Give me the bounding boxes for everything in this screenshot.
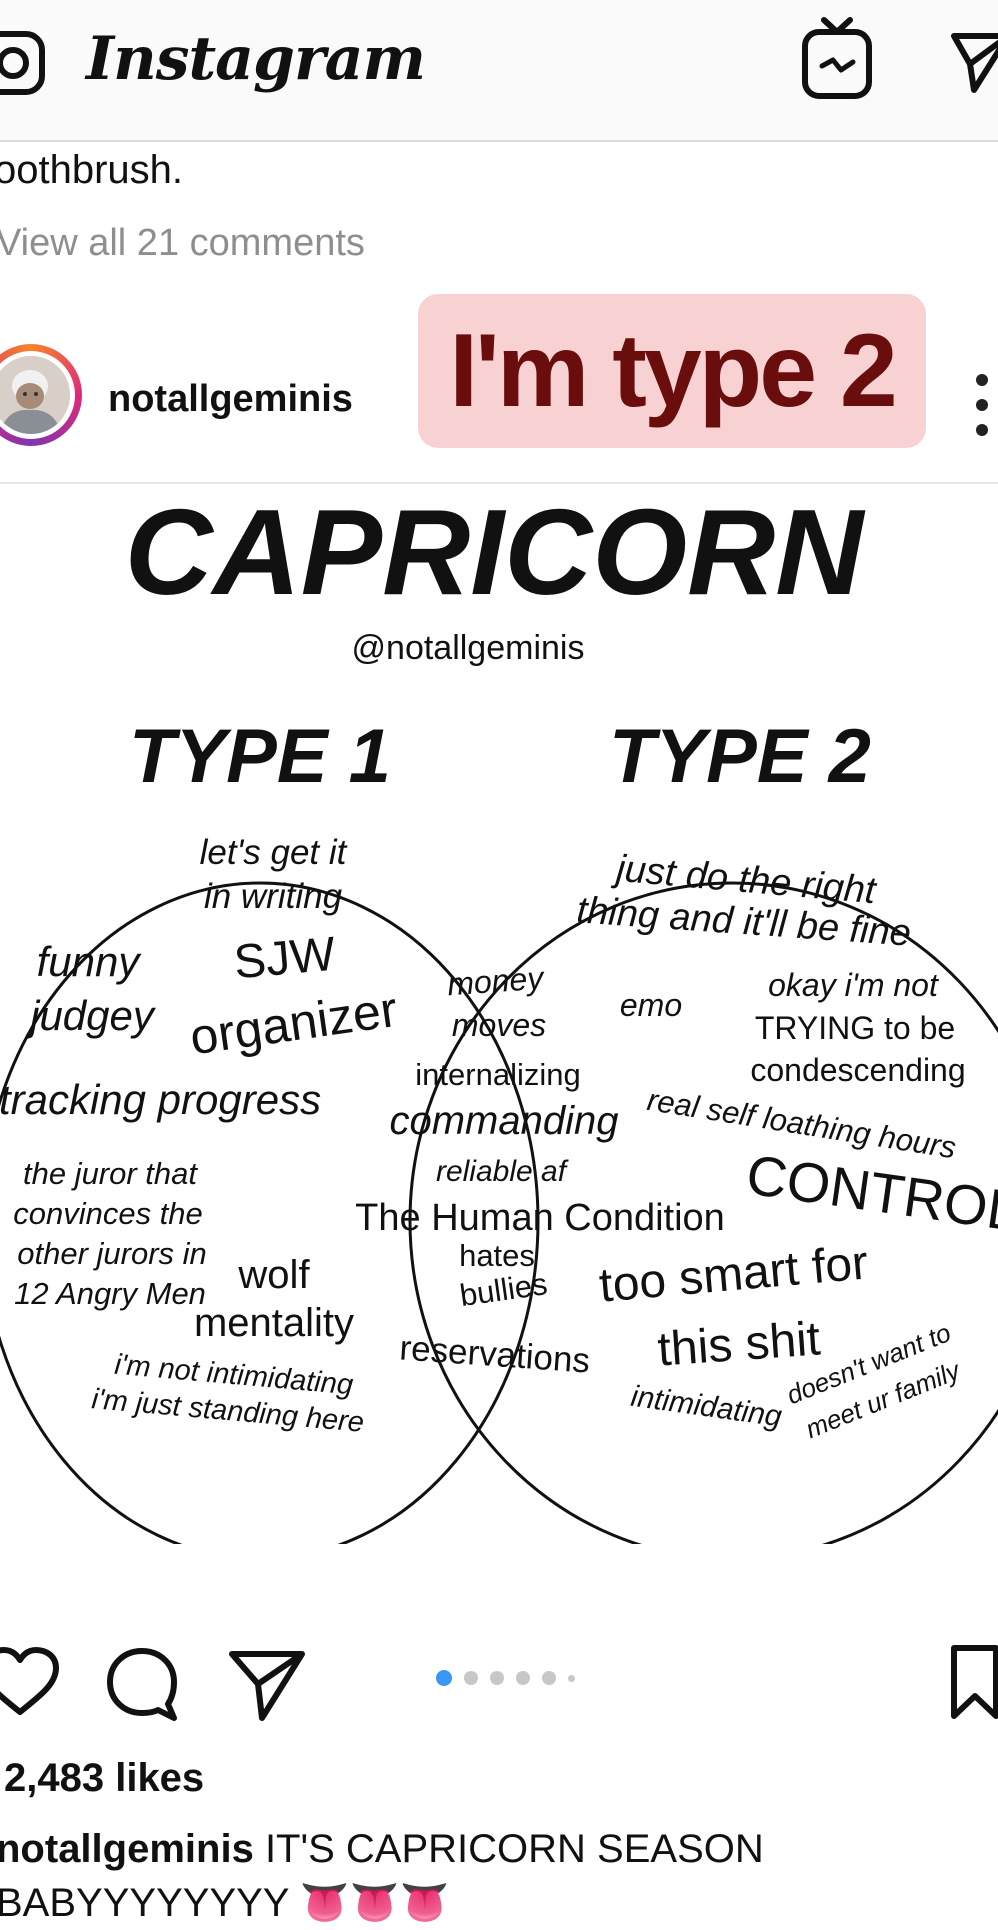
type1-label: TYPE 1 xyxy=(129,714,391,799)
overlap-item: bullies xyxy=(458,1266,550,1313)
more-options-icon[interactable] xyxy=(976,374,990,449)
bookmark-icon[interactable] xyxy=(950,1644,998,1720)
right-item: too smart for xyxy=(597,1236,870,1312)
carousel-dot xyxy=(464,1671,478,1685)
left-item: let's get it xyxy=(200,833,348,872)
caption-text-line2: BABYYYYYYYY 👅👅👅 xyxy=(0,1881,450,1925)
igtv-icon[interactable] xyxy=(800,16,876,102)
left-item: funny xyxy=(37,938,143,985)
view-all-comments-link[interactable]: View all 21 comments xyxy=(0,222,365,265)
overlap-item: moves xyxy=(452,1007,546,1043)
share-icon[interactable] xyxy=(228,1646,306,1722)
previous-caption-text: oothbrush. xyxy=(0,148,184,192)
right-item: this shit xyxy=(656,1312,822,1376)
left-item: tracking progress xyxy=(0,1076,321,1123)
overlap-item: money xyxy=(446,960,546,1003)
overlap-item: commanding xyxy=(389,1099,618,1143)
carousel-dot xyxy=(490,1671,504,1685)
venn-title: CAPRICORN xyxy=(125,484,867,620)
right-item: CONTROL xyxy=(743,1142,998,1242)
left-item: in writing xyxy=(204,877,343,916)
camera-icon[interactable] xyxy=(0,28,50,98)
caption-username[interactable]: notallgeminis xyxy=(0,1827,254,1871)
overlap-item: reservations xyxy=(398,1328,591,1380)
sticker-overlay-text: I'm type 2 xyxy=(449,312,898,429)
carousel-indicator xyxy=(436,1670,575,1686)
caption-text: IT'S CAPRICORN SEASON xyxy=(264,1827,764,1871)
direct-message-icon[interactable] xyxy=(950,28,998,98)
overlap-item: The Human Condition xyxy=(355,1197,725,1239)
type2-label: TYPE 2 xyxy=(609,714,871,799)
left-item: SJW xyxy=(232,928,338,990)
heart-icon[interactable] xyxy=(0,1646,60,1718)
left-item: other jurors in xyxy=(17,1236,207,1271)
comment-icon[interactable] xyxy=(104,1646,180,1722)
post-username[interactable]: notallgeminis xyxy=(108,378,353,421)
venn-handle: @notallgeminis xyxy=(352,629,585,667)
carousel-dot xyxy=(542,1671,556,1685)
post-image-venn-diagram[interactable]: CAPRICORN @notallgeminis TYPE 1 TYPE 2 l… xyxy=(0,484,998,1544)
carousel-dot xyxy=(436,1670,452,1686)
top-app-bar: Instagram xyxy=(0,0,998,142)
right-item: condescending xyxy=(750,1052,965,1088)
overlap-item: internalizing xyxy=(415,1057,580,1092)
left-item: mentality xyxy=(194,1301,354,1345)
right-item: okay i'm not xyxy=(768,967,939,1003)
left-item: convinces the xyxy=(13,1196,203,1231)
app-logo: Instagram xyxy=(86,24,426,94)
post-caption: notallgeminis IT'S CAPRICORN SEASON BABY… xyxy=(0,1822,996,1930)
carousel-dot xyxy=(568,1674,575,1682)
left-item: wolf xyxy=(237,1253,310,1297)
right-item: intimidating xyxy=(629,1380,784,1434)
right-item: TRYING to be xyxy=(755,1010,955,1046)
left-item: organizer xyxy=(187,981,401,1065)
left-item: 12 Angry Men xyxy=(14,1276,206,1311)
left-item: judgey xyxy=(25,992,157,1039)
overlap-item: hates xyxy=(459,1238,535,1273)
carousel-dot xyxy=(516,1671,530,1685)
right-item: emo xyxy=(620,987,682,1023)
left-item: the juror that xyxy=(23,1156,198,1191)
overlap-item: reliable af xyxy=(436,1155,569,1188)
likes-count[interactable]: 2,483 likes xyxy=(4,1756,204,1801)
